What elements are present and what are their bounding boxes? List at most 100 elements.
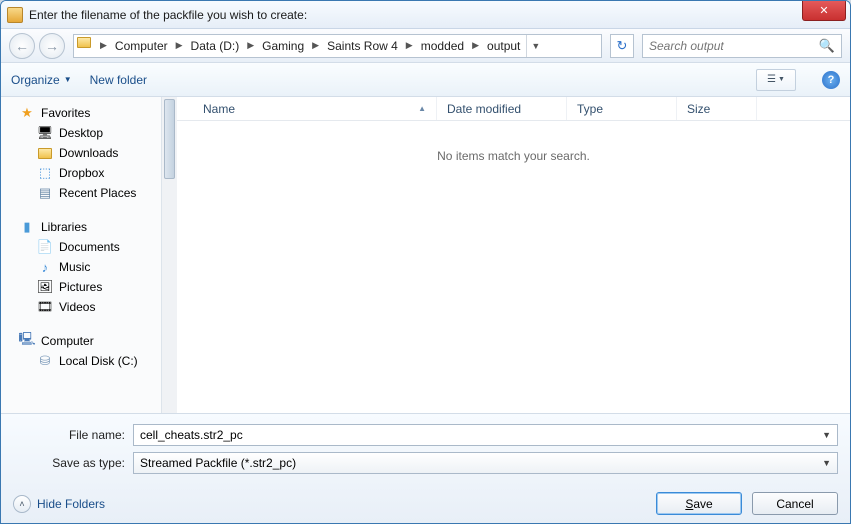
new-folder-label: New folder [90, 73, 147, 87]
forward-button[interactable]: → [39, 33, 65, 59]
breadcrumb-seg[interactable]: Saints Row 4 [321, 35, 404, 57]
tree-label: Local Disk (C:) [59, 354, 138, 368]
saveas-value: Streamed Packfile (*.str2_pc) [140, 456, 296, 470]
breadcrumb-seg[interactable]: modded [415, 35, 470, 57]
breadcrumb-seg[interactable]: output [481, 35, 526, 57]
col-name[interactable]: Name▲ [177, 97, 437, 120]
libraries-icon: ▮ [19, 219, 35, 235]
tree-computer[interactable]: 🖳 Computer [1, 331, 161, 351]
tree-item-recent[interactable]: ▤ Recent Places [1, 183, 161, 203]
chevron-right-icon[interactable]: ▶ [470, 40, 481, 51]
documents-icon: 📄 [37, 239, 53, 255]
chevron-down-icon[interactable]: ▼ [822, 430, 831, 440]
collapse-icon: ˄ [13, 495, 31, 513]
search-input[interactable] [649, 39, 819, 53]
col-type[interactable]: Type [567, 97, 677, 120]
nav-scrollbar[interactable] [161, 97, 177, 413]
navigation-pane[interactable]: ★ Favorites 🖥Desktop Downloads ⬚Dropbox … [1, 97, 161, 413]
file-list[interactable]: Name▲ Date modified Type Size No items m… [177, 97, 850, 413]
tree-item-videos[interactable]: 🎞Videos [1, 297, 161, 317]
tree-label: Documents [59, 240, 120, 254]
chevron-right-icon[interactable]: ▶ [174, 40, 185, 51]
help-button[interactable]: ? [822, 71, 840, 89]
back-icon: ← [15, 38, 29, 54]
breadcrumb[interactable]: ▶ Computer ▶ Data (D:) ▶ Gaming ▶ Saints… [73, 34, 602, 58]
scroll-thumb[interactable] [164, 99, 175, 179]
saveas-label: Save as type: [13, 456, 125, 470]
breadcrumb-seg[interactable]: Data (D:) [185, 35, 246, 57]
breadcrumb-seg[interactable]: Computer [109, 35, 174, 57]
forward-icon: → [45, 38, 59, 54]
tree-label: Recent Places [59, 186, 136, 200]
tree-favorites[interactable]: ★ Favorites [1, 103, 161, 123]
refresh-button[interactable]: ↻ [610, 34, 634, 58]
star-icon: ★ [19, 105, 35, 121]
app-icon [7, 7, 23, 23]
tree-item-localdisk[interactable]: ⛁ Local Disk (C:) [1, 351, 161, 371]
chevron-right-icon[interactable]: ▶ [98, 40, 109, 51]
breadcrumb-seg[interactable]: Gaming [256, 35, 310, 57]
hide-folders-label: Hide Folders [37, 497, 105, 511]
close-icon: ✕ [819, 4, 828, 17]
chevron-right-icon[interactable]: ▶ [310, 40, 321, 51]
titlebar[interactable]: Enter the filename of the packfile you w… [1, 1, 850, 29]
chevron-right-icon[interactable]: ▶ [404, 40, 415, 51]
tree-label: Dropbox [59, 166, 104, 180]
search-icon[interactable]: 🔍 [819, 38, 835, 54]
titlebar-text: Enter the filename of the packfile you w… [29, 8, 307, 22]
chevron-right-icon[interactable]: ▶ [245, 40, 256, 51]
tree-item-dropbox[interactable]: ⬚ Dropbox [1, 163, 161, 183]
tree-item-downloads[interactable]: Downloads [1, 143, 161, 163]
nav-row: ← → ▶ Computer ▶ Data (D:) ▶ Gaming ▶ Sa… [1, 29, 850, 63]
chevron-down-icon: ▼ [778, 76, 785, 83]
desktop-icon: 🖥 [37, 125, 53, 141]
tree-label: Downloads [59, 146, 118, 160]
empty-message: No items match your search. [177, 149, 850, 163]
new-folder-button[interactable]: New folder [90, 73, 147, 87]
save-button[interactable]: Save [656, 492, 742, 515]
cancel-label: Cancel [776, 497, 813, 511]
recent-icon: ▤ [37, 185, 53, 201]
music-icon: ♪ [37, 259, 53, 275]
cancel-button[interactable]: Cancel [752, 492, 838, 515]
close-button[interactable]: ✕ [802, 1, 846, 21]
chevron-down-icon[interactable]: ▼ [822, 458, 831, 468]
folder-icon [77, 37, 95, 55]
pictures-icon: 🖼 [37, 279, 53, 295]
filename-combo[interactable]: ▼ [133, 424, 838, 446]
filename-input[interactable] [140, 426, 822, 444]
computer-icon: 🖳 [19, 333, 35, 349]
toolbar: Organize ▼ New folder ☰ ▼ ? [1, 63, 850, 97]
search-box[interactable]: 🔍 [642, 34, 842, 58]
dropbox-icon: ⬚ [37, 165, 53, 181]
organize-menu[interactable]: Organize ▼ [11, 73, 72, 87]
hide-folders-button[interactable]: ˄ Hide Folders [13, 495, 105, 513]
col-date[interactable]: Date modified [437, 97, 567, 120]
help-icon: ? [828, 74, 835, 86]
tree-item-pictures[interactable]: 🖼 Pictures [1, 277, 161, 297]
saveas-type-select[interactable]: Streamed Packfile (*.str2_pc) ▼ [133, 452, 838, 474]
tree-item-music[interactable]: ♪ Music [1, 257, 161, 277]
save-dialog-window: Enter the filename of the packfile you w… [0, 0, 851, 524]
tree-label: Favorites [41, 106, 90, 120]
tree-item-desktop[interactable]: 🖥 Desktop [1, 123, 161, 143]
bottom-panel: File name: ▼ Save as type: Streamed Pack… [1, 413, 850, 523]
tree-libraries[interactable]: ▮ Libraries [1, 217, 161, 237]
sort-asc-icon: ▲ [418, 104, 426, 113]
view-menu[interactable]: ☰ ▼ [756, 69, 796, 91]
tree-item-documents[interactable]: 📄 Documents [1, 237, 161, 257]
body-area: ★ Favorites 🖥Desktop Downloads ⬚Dropbox … [1, 97, 850, 413]
tree-label: Music [59, 260, 90, 274]
tree-label: Videos [59, 300, 95, 314]
column-headers: Name▲ Date modified Type Size [177, 97, 850, 121]
tree-label: Pictures [59, 280, 102, 294]
breadcrumb-dropdown[interactable]: ▼ [526, 35, 544, 57]
tree-label: Computer [41, 334, 94, 348]
chevron-down-icon: ▼ [64, 75, 72, 84]
downloads-icon [37, 145, 53, 161]
col-size[interactable]: Size [677, 97, 757, 120]
filename-label: File name: [13, 428, 125, 442]
disk-icon: ⛁ [37, 353, 53, 369]
back-button[interactable]: ← [9, 33, 35, 59]
tree-label: Desktop [59, 126, 103, 140]
